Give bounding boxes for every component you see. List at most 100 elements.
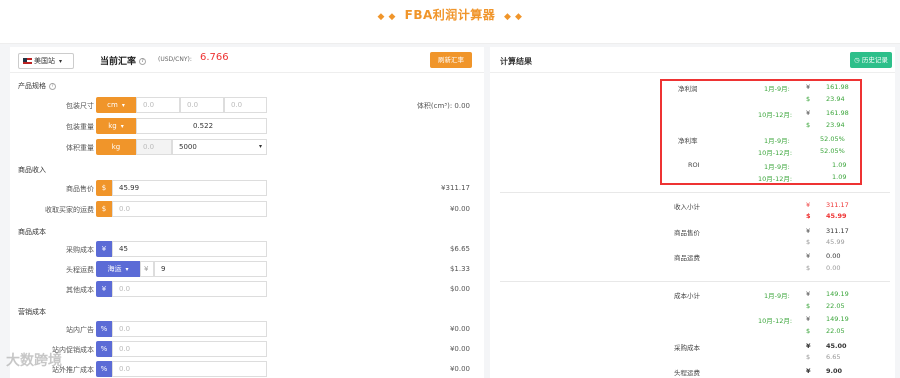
other-cost-input[interactable]: 0.0 <box>112 281 267 297</box>
rate-unit: (USD/CNY): <box>158 56 192 63</box>
other-usd: $0.00 <box>449 285 470 293</box>
net-profit-m1-9-usd: 23.94 <box>826 95 845 103</box>
site-select[interactable]: 美国站 ▾ <box>18 53 74 69</box>
volume-weight-value: 0.0 <box>136 139 172 155</box>
history-button[interactable]: ◷ 历史记录 <box>850 52 892 68</box>
ad-cost-label: 站内广告 <box>66 326 94 334</box>
net-profit-m10-12-usd: 23.94 <box>826 121 845 129</box>
package-weight-input[interactable]: 0.522 <box>136 118 267 134</box>
height-input[interactable]: 0.0 <box>224 97 267 113</box>
purchase-cost-row: 采购成本 ¥ 45 $6.65 <box>10 241 484 257</box>
package-size-row: 包装尺寸 cm ▾ 0.0 0.0 0.0 体积(cm³): 0.00 <box>10 97 484 113</box>
other-cost-row: 其他成本 ¥ 0.0 $0.00 <box>10 281 484 297</box>
currency-symbol: $ <box>806 121 811 129</box>
net-margin-m1-9: 52.05% <box>820 135 845 143</box>
diamond-icon: ◆ ◆ <box>504 12 523 22</box>
net-margin-m1-9-label: 1月-9月: <box>764 137 790 145</box>
head-freight-cny: 9.00 <box>826 367 843 375</box>
currency-symbol: ¥ <box>806 201 811 209</box>
shipping-income-currency: $ <box>96 201 112 217</box>
input-panel: 美国站 ▾ 当前汇率? (USD/CNY): 6.766 刷新汇率 产品规格? 包… <box>10 47 484 378</box>
shipping-income-cny: ¥0.00 <box>449 205 470 213</box>
external-cost-input[interactable]: 0.0 <box>112 361 267 377</box>
currency-symbol: ¥ <box>806 252 811 260</box>
roi-m1-9: 1.09 <box>832 161 847 169</box>
promo-cost-input[interactable]: 0.0 <box>112 341 267 357</box>
currency-symbol: ¥ <box>806 342 811 350</box>
shipping-income-input[interactable]: 0.0 <box>112 201 267 217</box>
income-subtotal-cny: 311.17 <box>826 201 849 209</box>
currency-symbol: ¥ <box>806 367 811 375</box>
currency-symbol: $ <box>806 302 811 310</box>
currency-symbol: $ <box>806 264 811 272</box>
help-icon[interactable]: ? <box>49 82 56 90</box>
product-shipping-label: 商品运费 <box>674 254 700 262</box>
divider <box>500 192 890 193</box>
price-row: 商品售价 $ 45.99 ¥311.17 <box>10 180 484 196</box>
rate-title: 当前汇率? <box>100 54 147 67</box>
refresh-rate-button[interactable]: 刷新汇率 <box>430 52 472 68</box>
promo-cny: ¥0.00 <box>449 345 470 353</box>
sale-price-label: 商品售价 <box>674 229 700 237</box>
net-profit-m1-9-label: 1月-9月: <box>764 85 790 93</box>
chevron-down-icon: ▾ <box>125 266 129 273</box>
ad-cost-row: 站内广告 % 0.0 ¥0.00 <box>10 321 484 337</box>
purchase-usd: $6.65 <box>449 245 470 253</box>
net-margin-label: 净利率 <box>678 137 698 145</box>
roi-m10-12: 1.09 <box>832 173 847 181</box>
page-title: ◆ ◆ FBA利润计算器 ◆ ◆ <box>377 8 523 22</box>
income-subtotal-usd: 45.99 <box>826 212 847 220</box>
volume-weight-unit: kg <box>96 139 136 155</box>
cost-m1-9-label: 1月-9月: <box>764 292 790 300</box>
volume-weight-label: 体积重量 <box>66 144 94 152</box>
freight-input[interactable]: 9 <box>154 261 267 277</box>
volume-divisor-select[interactable]: 5000 ▾ <box>172 139 267 155</box>
cost-m10-12-usd: 22.05 <box>826 327 845 335</box>
cost-m1-9-usd: 22.05 <box>826 302 845 310</box>
currency-symbol: ¥ <box>806 83 811 91</box>
product-shipping-usd: 0.00 <box>826 264 841 272</box>
currency-symbol: $ <box>806 327 811 335</box>
income-section-title: 商品收入 <box>18 166 46 174</box>
weight-unit-select[interactable]: kg ▾ <box>96 118 136 134</box>
net-profit-label: 净利润 <box>678 85 698 93</box>
cost-section-title: 商品成本 <box>18 228 46 236</box>
freight-row: 头程运费 海运 ▾ ¥ 9 $1.33 <box>10 261 484 277</box>
cost-m10-12-label: 10月-12月: <box>758 317 793 325</box>
freight-currency: ¥ <box>140 261 154 277</box>
size-unit-select[interactable]: cm ▾ <box>96 97 136 113</box>
currency-symbol: ¥ <box>806 315 811 323</box>
roi-label: ROI <box>688 161 700 169</box>
header-bar: ◆ ◆ FBA利润计算器 ◆ ◆ <box>0 0 900 44</box>
freight-mode-select[interactable]: 海运 ▾ <box>96 261 140 277</box>
net-profit-m10-12-cny: 161.98 <box>826 109 849 117</box>
purchase-cost-result-label: 采购成本 <box>674 344 700 352</box>
cost-subtotal-label: 成本小计 <box>674 292 700 300</box>
currency-symbol: ¥ <box>806 109 811 117</box>
volume-text: 体积(cm³): 0.00 <box>416 102 470 110</box>
chevron-down-icon: ▾ <box>258 143 262 150</box>
cost-m10-12-cny: 149.19 <box>826 315 849 323</box>
purchase-cost-input[interactable]: 45 <box>112 241 267 257</box>
promo-cost-row: 站内促销成本 % 0.0 ¥0.00 <box>10 341 484 357</box>
result-header: 计算结果 ◷ 历史记录 <box>490 47 895 73</box>
freight-usd: $1.33 <box>449 265 470 273</box>
chevron-down-icon: ▾ <box>120 123 124 130</box>
length-input[interactable]: 0.0 <box>136 97 180 113</box>
net-profit-m1-9-cny: 161.98 <box>826 83 849 91</box>
other-cost-label: 其他成本 <box>66 286 94 294</box>
currency-symbol: $ <box>806 238 811 246</box>
external-percent: % <box>96 361 112 377</box>
purchase-cost-result-usd: 6.65 <box>826 353 841 361</box>
net-profit-m10-12-label: 10月-12月: <box>758 111 793 119</box>
price-label: 商品售价 <box>66 185 94 193</box>
sale-price-usd: 45.99 <box>826 238 845 246</box>
net-margin-m10-12: 52.05% <box>820 147 845 155</box>
price-input[interactable]: 45.99 <box>112 180 267 196</box>
width-input[interactable]: 0.0 <box>180 97 224 113</box>
currency-symbol: ¥ <box>806 290 811 298</box>
currency-symbol: $ <box>806 212 811 220</box>
ad-cost-input[interactable]: 0.0 <box>112 321 267 337</box>
help-icon[interactable]: ? <box>139 58 147 65</box>
rate-value: 6.766 <box>200 52 229 63</box>
